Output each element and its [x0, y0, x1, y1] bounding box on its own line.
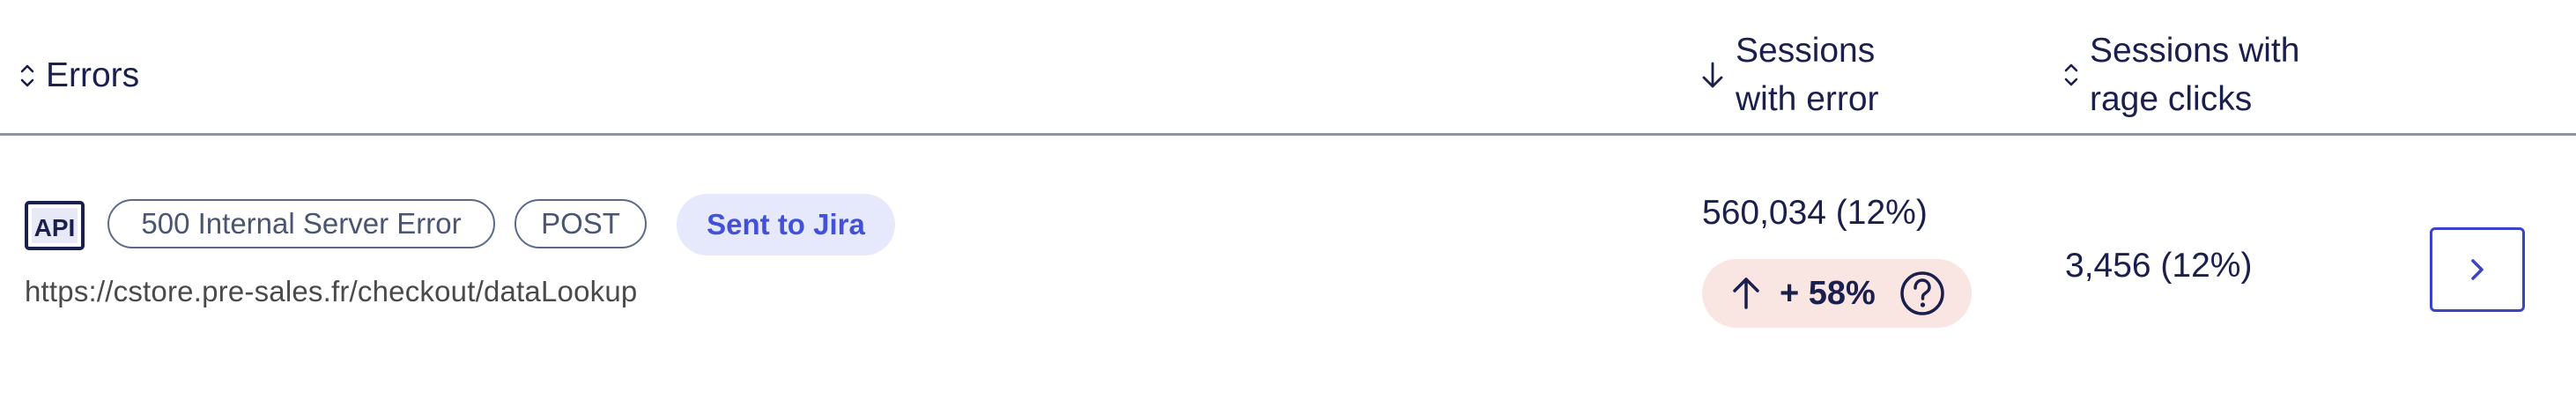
- sort-icon: [2063, 60, 2079, 90]
- column-label-sessions-with-error: Sessions with error: [1736, 26, 1879, 123]
- open-details-button[interactable]: [2430, 227, 2525, 312]
- column-header-sessions-rage-clicks[interactable]: Sessions with rage clicks: [2063, 26, 2299, 123]
- column-header-sessions-with-error[interactable]: Sessions with error: [1700, 26, 1879, 123]
- jira-status-badge[interactable]: Sent to Jira: [677, 194, 895, 256]
- chevron-right-icon: [2467, 256, 2488, 284]
- label-line-1: Sessions: [1736, 32, 1876, 70]
- sessions-rage-clicks-value: 3,456 (12%): [2065, 247, 2253, 285]
- api-icon: API: [25, 201, 85, 250]
- label-line-1: Sessions with: [2090, 32, 2300, 70]
- arrow-up-icon: [1728, 274, 1764, 313]
- sessions-with-error-value: 560,034 (12%): [1702, 194, 1928, 232]
- label-line-2: with error: [1736, 80, 1879, 118]
- column-label-sessions-rage-clicks: Sessions with rage clicks: [2090, 26, 2299, 123]
- column-header-errors[interactable]: Errors: [19, 51, 139, 100]
- api-icon-text: API: [34, 214, 76, 241]
- trend-badge: + 58%: [1702, 259, 1972, 328]
- column-label-errors: Errors: [46, 56, 140, 94]
- sort-icon: [19, 61, 35, 91]
- error-url[interactable]: https://cstore.pre-sales.fr/checkout/dat…: [25, 275, 637, 308]
- table-header: Errors Sessions with error Sessions with…: [0, 0, 2576, 136]
- trend-value: + 58%: [1780, 274, 1876, 312]
- label-line-2: rage clicks: [2090, 80, 2253, 118]
- status-code-pill[interactable]: 500 Internal Server Error: [107, 199, 495, 248]
- http-method-pill[interactable]: POST: [514, 199, 647, 248]
- question-circle-icon[interactable]: [1899, 270, 1946, 317]
- arrow-down-icon: [1700, 58, 1725, 92]
